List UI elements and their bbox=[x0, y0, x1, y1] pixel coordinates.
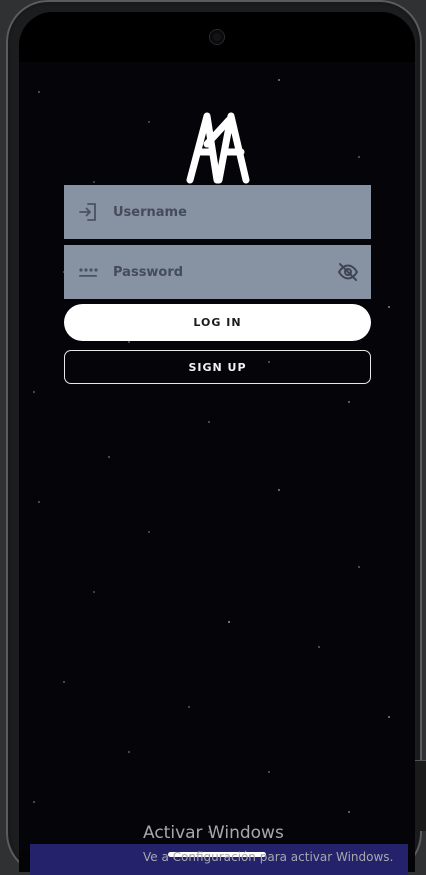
side-panel-handle bbox=[415, 760, 426, 831]
signup-button[interactable]: SIGN UP bbox=[64, 350, 371, 384]
status-area bbox=[19, 12, 415, 62]
app-logo bbox=[186, 112, 250, 184]
login-icon bbox=[77, 201, 99, 223]
login-button[interactable]: LOG IN bbox=[64, 304, 371, 341]
activation-watermark-title: Activar Windows bbox=[143, 823, 284, 843]
username-input[interactable] bbox=[113, 204, 323, 220]
password-input[interactable] bbox=[113, 264, 323, 280]
eye-off-icon[interactable] bbox=[337, 261, 359, 283]
front-camera bbox=[210, 30, 224, 44]
username-field[interactable] bbox=[64, 185, 371, 239]
activation-watermark-subtitle: Ve a Configuración para activar Windows. bbox=[143, 850, 394, 864]
password-field[interactable] bbox=[64, 245, 371, 299]
password-dots-icon bbox=[77, 261, 99, 283]
